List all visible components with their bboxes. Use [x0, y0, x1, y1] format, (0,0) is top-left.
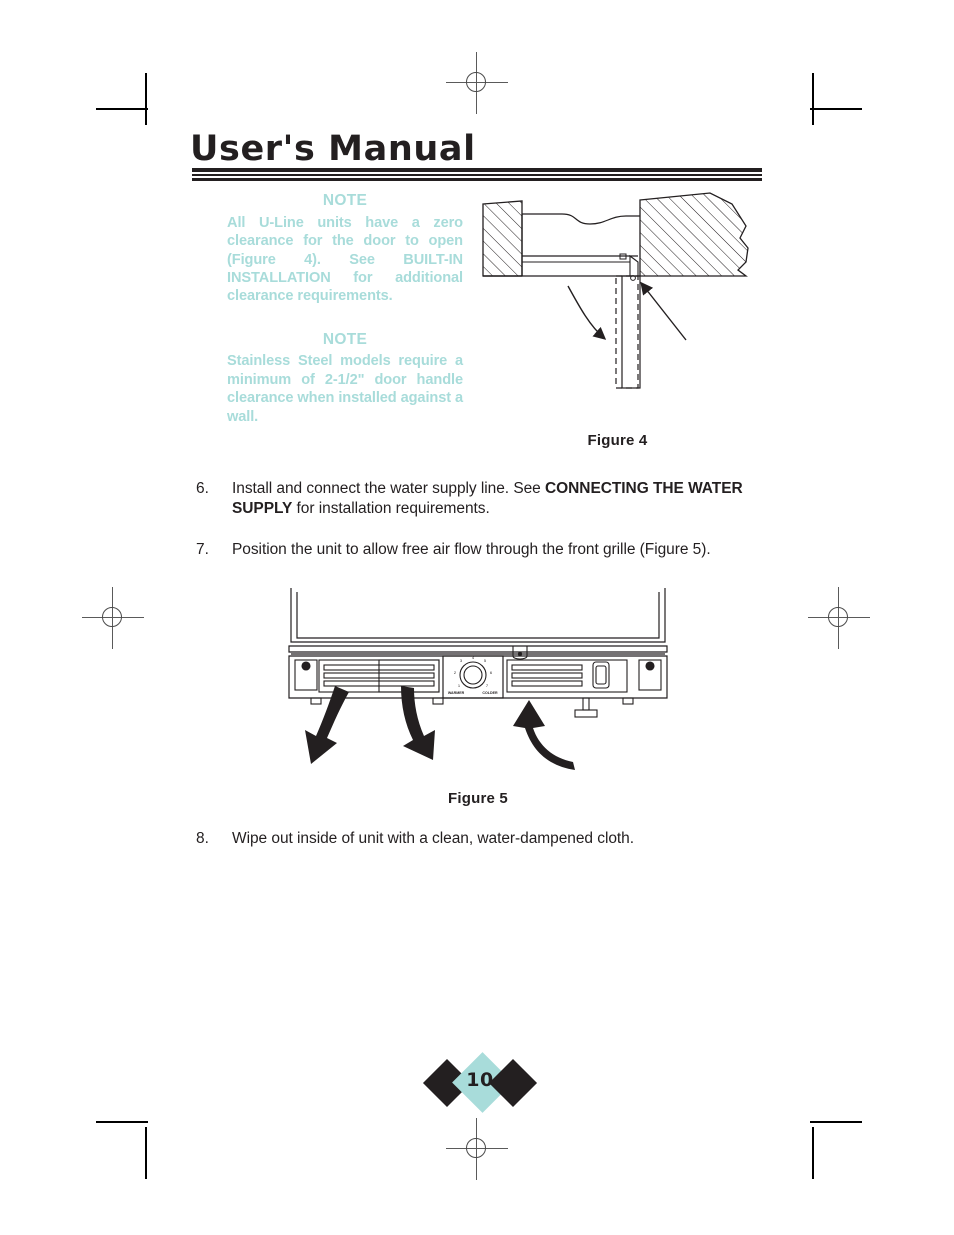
svg-text:COLDER: COLDER: [482, 691, 498, 695]
page-title: User's Manual: [190, 129, 476, 169]
svg-text:3: 3: [460, 658, 463, 663]
page-number: 10: [466, 1069, 494, 1091]
figure-4-caption: Figure 4: [587, 432, 648, 449]
step-number: 8.: [196, 830, 209, 847]
header-rule: [192, 168, 762, 181]
registration-mark-right: [808, 587, 870, 649]
note-block-zero-clearance: NOTE All U-Line units have a zero cleara…: [227, 192, 463, 306]
step-item-6: 6. Install and connect the water supply …: [196, 479, 758, 519]
svg-text:WARMER: WARMER: [448, 691, 465, 695]
svg-text:7: 7: [486, 683, 489, 688]
step-text: Wipe out inside of unit with a clean, wa…: [232, 830, 634, 847]
step-number: 6.: [196, 480, 209, 497]
crop-mark-bottom-left-v: [145, 1127, 147, 1179]
crop-mark-top-left-h: [96, 108, 148, 110]
note-heading: NOTE: [322, 192, 368, 209]
figure-5-caption: Figure 5: [448, 790, 508, 807]
step-item-7: 7. Position the unit to allow free air f…: [196, 540, 758, 560]
step-item-8: 8. Wipe out inside of unit with a clean,…: [196, 829, 758, 849]
figure-4-drawing: [470, 190, 765, 435]
page-number-badge: 10: [422, 1052, 538, 1113]
crop-mark-bottom-left-h: [96, 1121, 148, 1123]
manual-page: User's Manual NOTE All U-Line units have…: [0, 0, 954, 1235]
crop-mark-bottom-right-v: [812, 1127, 814, 1179]
figure-5-drawing: 4 3 5 2 6 1 7 WARMER COLDER: [283, 586, 673, 771]
note-block-stainless-steel: NOTE Stainless Steel models require a mi…: [227, 331, 463, 426]
note-body: Stainless Steel models require a minimum…: [227, 353, 463, 425]
svg-text:2: 2: [454, 670, 457, 675]
registration-mark-bottom: [446, 1118, 508, 1180]
crop-mark-top-right-h: [810, 108, 862, 110]
svg-text:1: 1: [458, 683, 461, 688]
note-body: All U-Line units have a zero clearance f…: [227, 214, 463, 305]
crop-mark-top-left-v: [145, 73, 147, 125]
svg-text:6: 6: [490, 670, 493, 675]
note-heading: NOTE: [322, 330, 368, 348]
crop-mark-bottom-right-h: [810, 1121, 862, 1123]
registration-mark-top: [446, 52, 508, 114]
registration-mark-left: [82, 587, 144, 649]
step-number: 7.: [196, 541, 209, 558]
step-text: Install and connect the water supply lin…: [232, 480, 743, 517]
step-text: Position the unit to allow free air flow…: [232, 541, 711, 558]
note-column: NOTE All U-Line units have a zero cleara…: [227, 192, 463, 426]
svg-text:5: 5: [484, 658, 487, 663]
crop-mark-top-right-v: [812, 73, 814, 125]
